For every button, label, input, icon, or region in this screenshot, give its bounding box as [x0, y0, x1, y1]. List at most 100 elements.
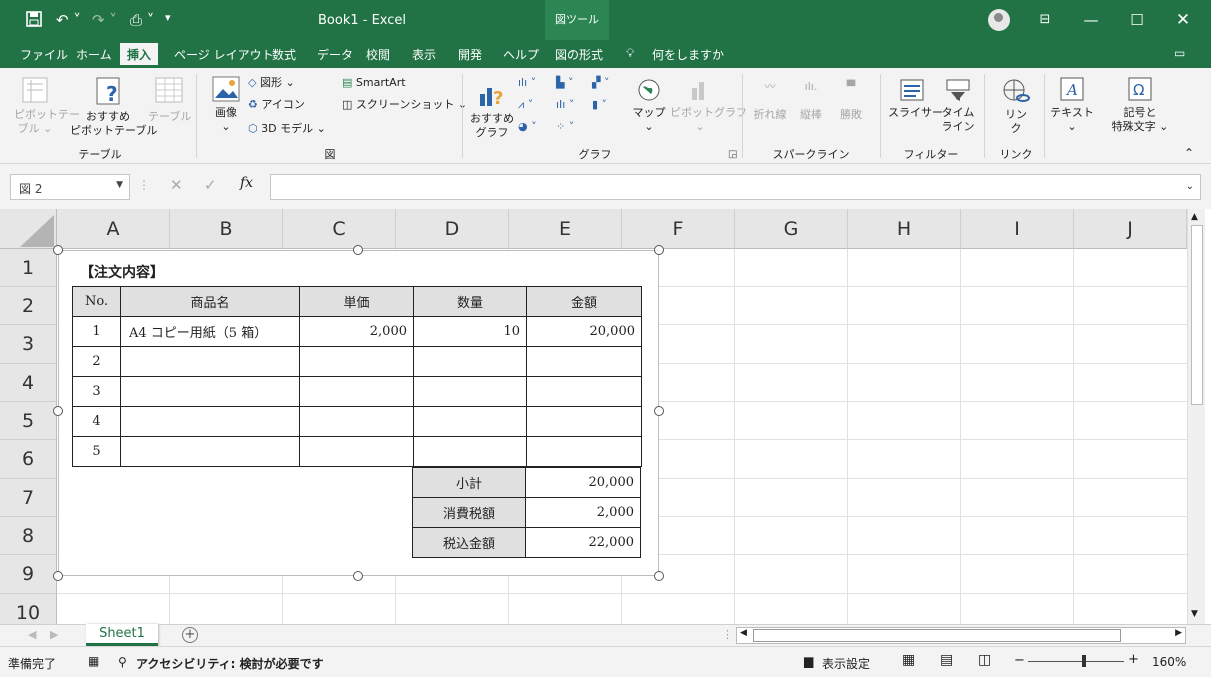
icons-button[interactable]: ♻ アイコン [248, 98, 305, 112]
tab-help[interactable]: ヘルプ [503, 46, 539, 63]
sparkline-winloss-button[interactable]: ▝▘ 勝敗 [834, 80, 868, 122]
resize-handle[interactable] [53, 571, 63, 581]
maximize-icon[interactable]: ☐ [1114, 0, 1160, 40]
page-layout-view-icon[interactable]: ▤ [940, 652, 953, 668]
row-header[interactable]: 3 [0, 325, 57, 364]
recommended-pivot-button[interactable]: ? おすすめ ピボットテーブル [70, 76, 157, 138]
charts-launcher-icon[interactable]: ◲ [728, 148, 737, 162]
image-button[interactable]: 画像 ⌄ [208, 76, 244, 134]
close-icon[interactable]: ✕ [1160, 0, 1206, 40]
add-sheet-button[interactable]: + [182, 627, 198, 643]
ribbon-display-icon[interactable]: ⊟ [1022, 0, 1068, 40]
resize-handle[interactable] [353, 245, 363, 255]
page-break-view-icon[interactable]: ◫ [978, 652, 991, 668]
next-sheet-icon[interactable]: ▶ [50, 628, 58, 641]
vertical-scrollbar[interactable]: ▲ ▼ [1187, 209, 1205, 624]
column-header[interactable]: E [509, 209, 622, 249]
column-header[interactable]: I [961, 209, 1074, 249]
print-preview-icon[interactable]: ⎙ ˅ [130, 11, 154, 29]
resize-handle[interactable] [654, 571, 664, 581]
column-header[interactable]: G [735, 209, 848, 249]
scatter-chart-button[interactable]: ⁘ ˅ [556, 120, 574, 134]
display-settings-button[interactable]: 表示設定 [822, 655, 870, 672]
formula-input[interactable]: ⌄ [270, 174, 1201, 200]
customize-qat-icon[interactable]: ▾ [165, 11, 171, 24]
resize-handle[interactable] [353, 571, 363, 581]
zoom-out-icon[interactable]: − [1014, 653, 1025, 668]
hierarchy-chart-button[interactable]: ▙ ˅ [556, 76, 573, 90]
line-chart-button[interactable]: ⩘ ˅ [518, 98, 533, 112]
undo-icon[interactable]: ↶ ˅ [56, 11, 81, 29]
row-header[interactable]: 10 [0, 594, 57, 624]
column-header[interactable]: B [170, 209, 283, 249]
accessibility-status[interactable]: アクセシビリティ: 検討が必要です [136, 655, 324, 672]
column-chart-button[interactable]: ılı ˅ [518, 76, 536, 90]
resize-handle[interactable] [53, 406, 63, 416]
comments-icon[interactable]: ▭ [1174, 46, 1185, 60]
tab-picture-format[interactable]: 図の形式 [555, 46, 603, 63]
combo-chart-button[interactable]: ▮ ˅ [592, 98, 607, 112]
name-box[interactable]: 図 2 ▼ [10, 174, 130, 200]
row-header[interactable]: 1 [0, 249, 57, 287]
cancel-icon[interactable]: ✕ [170, 176, 183, 194]
redo-icon[interactable]: ↷ ˅ [92, 11, 117, 29]
scroll-thumb[interactable] [1191, 225, 1203, 405]
column-header[interactable]: J [1074, 209, 1187, 249]
row-header[interactable]: 5 [0, 402, 57, 440]
resize-handle[interactable] [654, 245, 664, 255]
row-header[interactable]: 6 [0, 440, 57, 479]
map-button[interactable]: マップ ⌄ [632, 78, 666, 134]
macro-record-icon[interactable]: ▦ [88, 654, 99, 668]
pie-chart-button[interactable]: ◕ ˅ [518, 120, 537, 134]
column-header[interactable]: H [848, 209, 961, 249]
column-header[interactable]: C [283, 209, 396, 249]
zoom-in-icon[interactable]: + [1128, 652, 1139, 667]
pivot-chart-button[interactable]: ピボットグラフ ⌄ [670, 78, 747, 134]
table-button[interactable]: テーブル [148, 76, 191, 124]
zoom-thumb[interactable] [1082, 655, 1086, 667]
link-button[interactable]: リンク [996, 78, 1036, 136]
row-header[interactable]: 9 [0, 555, 57, 594]
column-header[interactable]: A [57, 209, 170, 249]
collapse-ribbon-icon[interactable]: ⌃ [1184, 146, 1194, 160]
stat-chart-button[interactable]: ıIı ˅ [556, 98, 574, 112]
tab-insert[interactable]: 挿入 [120, 43, 159, 68]
tab-page-layout[interactable]: ページ レイアウト [174, 46, 274, 63]
smartart-button[interactable]: ▤ SmartArt [342, 76, 406, 90]
prev-sheet-icon[interactable]: ◀ [28, 628, 36, 641]
tab-data[interactable]: データ [317, 46, 353, 63]
pivot-table-button[interactable]: ピボットテー ブル ⌄ [14, 76, 80, 136]
timeline-button[interactable]: タイム ライン [940, 78, 976, 134]
shapes-button[interactable]: ◇ 図形 ⌄ [248, 76, 295, 90]
minimize-icon[interactable]: — [1068, 0, 1114, 40]
slicer-button[interactable]: スライサー [888, 78, 943, 120]
3d-models-button[interactable]: ⬡ 3D モデル ⌄ [248, 122, 326, 136]
select-all-corner[interactable] [0, 209, 57, 249]
recommended-charts-button[interactable]: ? おすすめ グラフ [470, 82, 514, 140]
normal-view-icon[interactable]: ▦ [902, 652, 915, 668]
row-header[interactable]: 2 [0, 287, 57, 325]
row-header[interactable]: 4 [0, 364, 57, 402]
tab-view[interactable]: 表示 [412, 46, 436, 63]
resize-handle[interactable] [654, 406, 664, 416]
user-avatar[interactable] [988, 9, 1010, 31]
sparkline-column-button[interactable]: ılı. 縦棒 [794, 80, 828, 122]
sparkline-line-button[interactable]: 〰折れ線 [750, 80, 790, 122]
row-header[interactable]: 7 [0, 479, 57, 517]
tab-file[interactable]: ファイル [20, 46, 68, 63]
column-header[interactable]: F [622, 209, 735, 249]
zoom-level[interactable]: 160% [1152, 655, 1186, 669]
insert-function-icon[interactable]: fx [240, 175, 253, 191]
row-header[interactable]: 8 [0, 517, 57, 555]
zoom-slider[interactable] [1028, 655, 1124, 667]
text-button[interactable]: A テキスト ⌄ [1050, 76, 1094, 134]
symbols-button[interactable]: Ω 記号と 特殊文字 ⌄ [1102, 76, 1178, 134]
hscroll-thumb[interactable] [753, 629, 1121, 642]
waterfall-chart-button[interactable]: ▞ ˅ [592, 76, 609, 90]
tab-review[interactable]: 校閲 [366, 46, 390, 63]
screenshot-button[interactable]: ◫ スクリーンショット ⌄ [342, 98, 467, 112]
resize-handle[interactable] [53, 245, 63, 255]
sheet-tab[interactable]: Sheet1 [86, 624, 158, 646]
tab-home[interactable]: ホーム [76, 46, 112, 63]
save-icon[interactable] [26, 11, 42, 31]
